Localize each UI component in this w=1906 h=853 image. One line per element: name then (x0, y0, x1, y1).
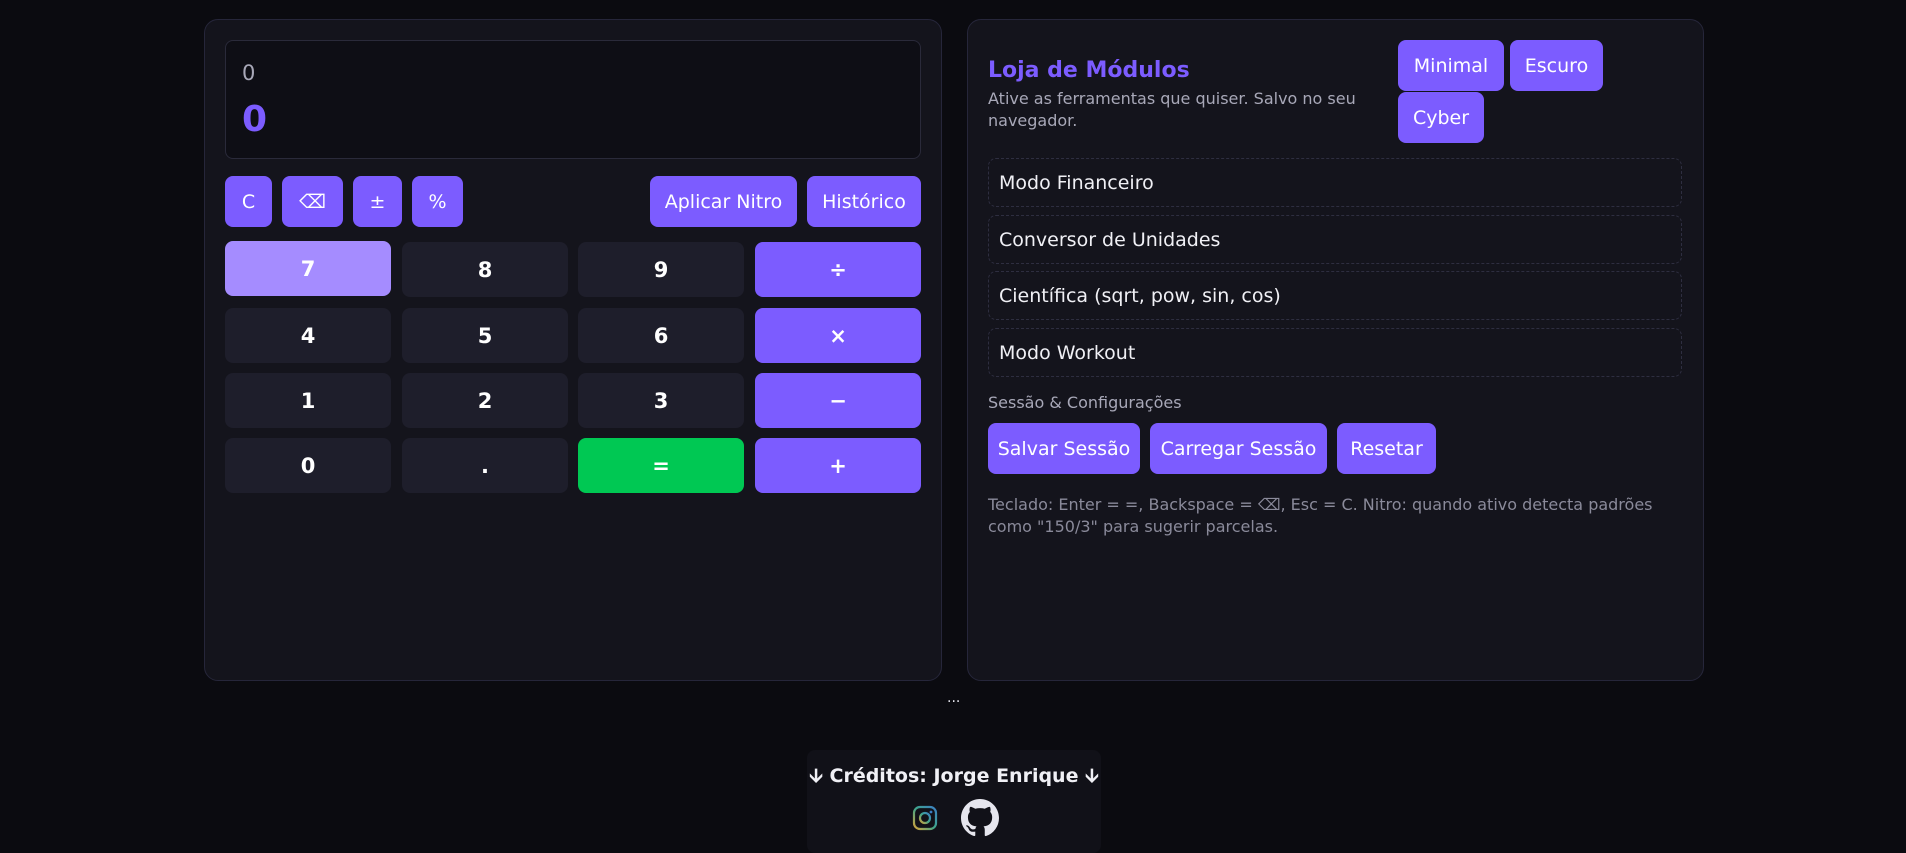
minus-button[interactable]: − (755, 373, 921, 428)
key-9[interactable]: 9 (578, 242, 744, 297)
save-session-button[interactable]: Salvar Sessão (988, 423, 1140, 474)
calculator-display: 0 0 (225, 40, 921, 159)
reset-button[interactable]: Resetar (1337, 423, 1436, 474)
key-0[interactable]: 0 (225, 438, 391, 493)
key-7[interactable]: 7 (225, 241, 391, 296)
module-store-panel: Loja de Módulos Ative as ferramentas que… (967, 19, 1704, 681)
history-button[interactable]: Histórico (807, 176, 921, 227)
key-6[interactable]: 6 (578, 308, 744, 363)
key-3[interactable]: 3 (578, 373, 744, 428)
module-scientific[interactable]: Científica (sqrt, pow, sin, cos) (988, 271, 1682, 320)
multiply-button[interactable]: × (755, 308, 921, 363)
plus-button[interactable]: + (755, 438, 921, 493)
session-section-label: Sessão & Configurações (988, 393, 1182, 412)
clear-button[interactable]: C (225, 176, 272, 227)
key-8[interactable]: 8 (402, 242, 568, 297)
credits-text: 🡫 Créditos: Jorge Enrique 🡫 (809, 765, 1099, 787)
module-financial[interactable]: Modo Financeiro (988, 158, 1682, 207)
key-1[interactable]: 1 (225, 373, 391, 428)
calculator-panel: 0 0 C ⌫ ± % Aplicar Nitro Histórico 7 8 … (204, 19, 942, 681)
equals-button[interactable]: = (578, 438, 744, 493)
toggle-sign-button[interactable]: ± (353, 176, 402, 227)
backspace-button[interactable]: ⌫ (282, 176, 343, 227)
apply-nitro-button[interactable]: Aplicar Nitro (650, 176, 797, 227)
result-display: 0 (242, 99, 268, 140)
key-4[interactable]: 4 (225, 308, 391, 363)
theme-cyber-button[interactable]: Cyber (1398, 92, 1484, 143)
expression-display: 0 (242, 61, 256, 85)
store-title: Loja de Módulos (988, 58, 1190, 83)
theme-dark-button[interactable]: Escuro (1510, 40, 1603, 91)
module-workout[interactable]: Modo Workout (988, 328, 1682, 377)
store-subtitle: Ative as ferramentas que quiser. Salvo n… (988, 89, 1356, 130)
divide-button[interactable]: ÷ (755, 242, 921, 297)
credits-footer: 🡫 Créditos: Jorge Enrique 🡫 (807, 750, 1101, 853)
decimal-button[interactable]: . (402, 438, 568, 493)
theme-minimal-button[interactable]: Minimal (1398, 40, 1504, 91)
instagram-icon[interactable] (912, 805, 938, 831)
github-icon[interactable] (961, 799, 999, 837)
load-session-button[interactable]: Carregar Sessão (1150, 423, 1327, 474)
keyboard-help-text: Teclado: Enter = =, Backspace = ⌫, Esc =… (988, 495, 1653, 536)
percent-button[interactable]: % (412, 176, 463, 227)
ellipsis-text: ... (947, 690, 961, 706)
module-unit-converter[interactable]: Conversor de Unidades (988, 215, 1682, 264)
key-2[interactable]: 2 (402, 373, 568, 428)
key-5[interactable]: 5 (402, 308, 568, 363)
